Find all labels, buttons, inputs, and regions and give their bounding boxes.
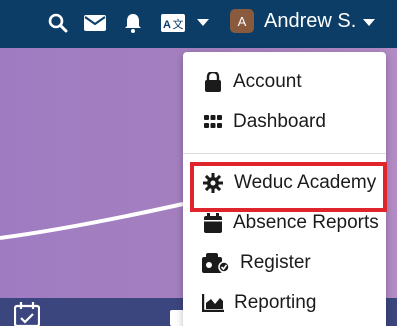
svg-text:A: A	[163, 19, 171, 31]
chart-icon	[202, 292, 224, 314]
menu-item-dashboard[interactable]: Dashboard	[183, 104, 386, 140]
menu-item-label: Absence Reports	[233, 212, 379, 233]
mail-icon[interactable]	[84, 12, 106, 34]
menu-item-label: Dashboard	[233, 111, 326, 132]
calendar-icon[interactable]	[13, 302, 41, 326]
menu-item-register[interactable]: Register	[183, 245, 386, 281]
grid-icon	[202, 111, 224, 133]
briefcase-icon[interactable]	[170, 306, 184, 326]
svg-text:文: 文	[173, 17, 184, 31]
lock-icon	[202, 71, 224, 93]
search-icon[interactable]	[47, 12, 69, 34]
menu-divider	[183, 153, 386, 154]
translate-icon[interactable]: A文	[161, 12, 185, 34]
user-menu-chevron-icon[interactable]	[362, 12, 376, 34]
menu-item-reporting[interactable]: Reporting	[183, 285, 386, 321]
calendar-icon	[202, 212, 224, 234]
register-icon	[202, 252, 230, 274]
bell-icon[interactable]	[123, 12, 143, 34]
menu-item-account[interactable]: Account	[183, 64, 386, 100]
menu-item-label: Account	[233, 71, 302, 92]
avatar-letter: A	[237, 13, 247, 29]
highlight-box	[190, 162, 387, 212]
menu-item-label: Register	[240, 252, 311, 273]
top-navbar: A文 A Andrew S.	[0, 0, 397, 48]
menu-item-label: Reporting	[234, 292, 317, 313]
chevron-down-icon[interactable]	[196, 12, 210, 34]
user-name[interactable]: Andrew S.	[264, 10, 356, 33]
avatar[interactable]: A	[230, 9, 254, 33]
